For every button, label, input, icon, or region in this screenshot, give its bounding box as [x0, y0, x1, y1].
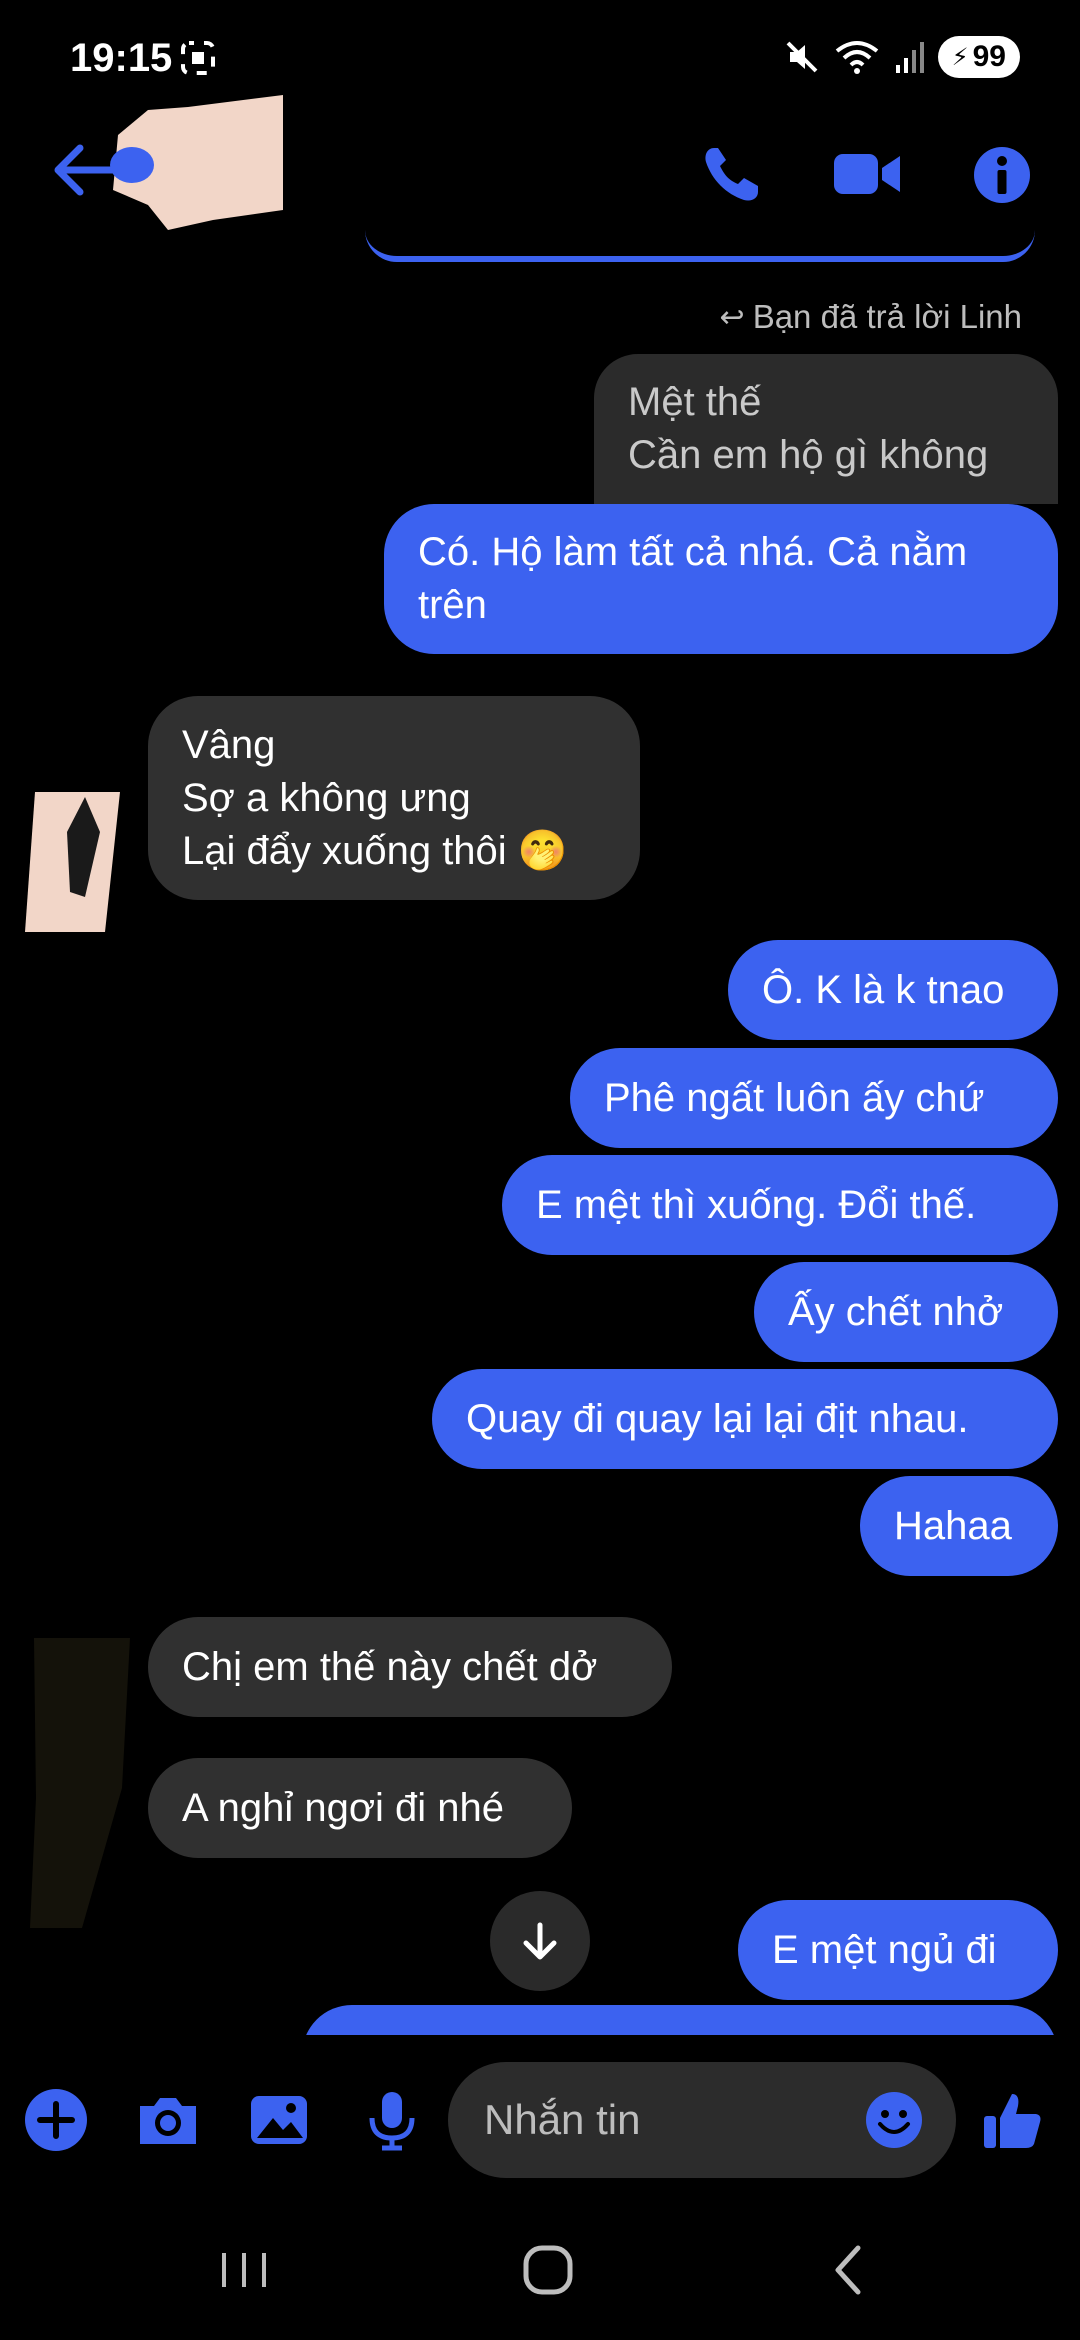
sender-avatar: [30, 1638, 130, 1928]
sender-avatar: [25, 792, 120, 932]
message-line: Ấy chết nhở: [788, 1289, 1004, 1334]
reply-note-text: Bạn đã trả lời Linh: [752, 298, 1022, 335]
phone-icon[interactable]: [700, 140, 762, 210]
message-line: Quay đi quay lại lại địt nhau.: [466, 1396, 969, 1441]
status-icons: ⚡ 99: [784, 36, 1020, 78]
message-incoming[interactable]: Chị em thế này chết dở: [148, 1617, 672, 1717]
previous-message-edge: [365, 230, 1035, 262]
message-line: Có. Hộ làm tất cả nhá. Cả nằm: [418, 530, 968, 574]
quoted-message[interactable]: Mệt thế Cần em hộ gì không: [594, 354, 1058, 504]
signal-icon: [895, 42, 924, 73]
mute-icon: [786, 41, 818, 73]
gallery-icon[interactable]: [247, 2088, 311, 2152]
message-outgoing[interactable]: E mệt ngủ đi: [738, 1900, 1058, 2000]
message-outgoing[interactable]: E mệt thì xuống. Đổi thế.: [502, 1155, 1058, 1255]
status-time: 19:15: [70, 36, 173, 80]
microphone-icon[interactable]: [360, 2088, 424, 2152]
home-icon[interactable]: [518, 2235, 578, 2305]
reply-indicator: ↩ Bạn đã trả lời Linh: [720, 298, 1022, 336]
scroll-to-bottom-button[interactable]: [490, 1891, 590, 1991]
quoted-line: Cần em hộ gì không: [628, 433, 989, 477]
message-line: Phê ngất luôn ấy chứ: [604, 1075, 985, 1120]
message-outgoing[interactable]: Ô. K là k tnao: [728, 940, 1058, 1040]
video-call-icon[interactable]: [832, 140, 902, 210]
message-input-container[interactable]: [448, 2062, 956, 2178]
message-line: Hahaa: [894, 1503, 1012, 1548]
reply-icon: ↩: [719, 300, 745, 334]
nav-back-icon[interactable]: [826, 2235, 870, 2305]
wifi-icon: [835, 41, 879, 74]
message-incoming[interactable]: Vâng Sợ a không ưng Lại đẩy xuống thôi 🤭: [148, 696, 640, 900]
plus-icon[interactable]: [24, 2088, 88, 2152]
contact-avatar[interactable]: [108, 95, 283, 230]
battery-indicator: ⚡ 99: [937, 36, 1020, 78]
message-line: E mệt ngủ đi: [772, 1927, 997, 1972]
info-icon[interactable]: [973, 140, 1031, 210]
message-line: trên: [418, 583, 487, 627]
quoted-line: Mệt thế: [628, 380, 762, 424]
battery-charging-icon: ⚡: [951, 43, 969, 71]
message-outgoing[interactable]: Quay đi quay lại lại địt nhau.: [432, 1369, 1058, 1469]
message-outgoing[interactable]: Ấy chết nhở: [754, 1262, 1058, 1362]
arrow-down-icon: [523, 1922, 557, 1960]
message-line: Chị em thế này chết dở: [182, 1644, 598, 1689]
recent-apps-icon[interactable]: [216, 2235, 272, 2305]
message-line: Sợ a không ưng: [182, 775, 471, 820]
message-outgoing[interactable]: Hahaa: [860, 1476, 1058, 1576]
emoji-icon[interactable]: [864, 2090, 924, 2150]
screenshot-indicator-icon: [181, 41, 215, 75]
message-input[interactable]: [482, 2095, 846, 2145]
battery-level: 99: [972, 40, 1006, 73]
camera-icon[interactable]: [136, 2088, 200, 2152]
message-line: Vâng: [182, 722, 276, 767]
message-line: Ô. K là k tnao: [762, 967, 1005, 1012]
message-outgoing[interactable]: Có. Hộ làm tất cả nhá. Cả nằm trên: [384, 504, 1058, 654]
message-line: E mệt thì xuống. Đổi thế.: [536, 1182, 977, 1227]
message-line: Lại đẩy xuống thôi 🤭: [182, 828, 568, 873]
message-incoming[interactable]: A nghỉ ngơi đi nhé: [148, 1758, 572, 1858]
message-line: A nghỉ ngơi đi nhé: [182, 1785, 505, 1830]
thumbs-up-icon[interactable]: [982, 2088, 1046, 2152]
message-outgoing[interactable]: Phê ngất luôn ấy chứ: [570, 1048, 1058, 1148]
